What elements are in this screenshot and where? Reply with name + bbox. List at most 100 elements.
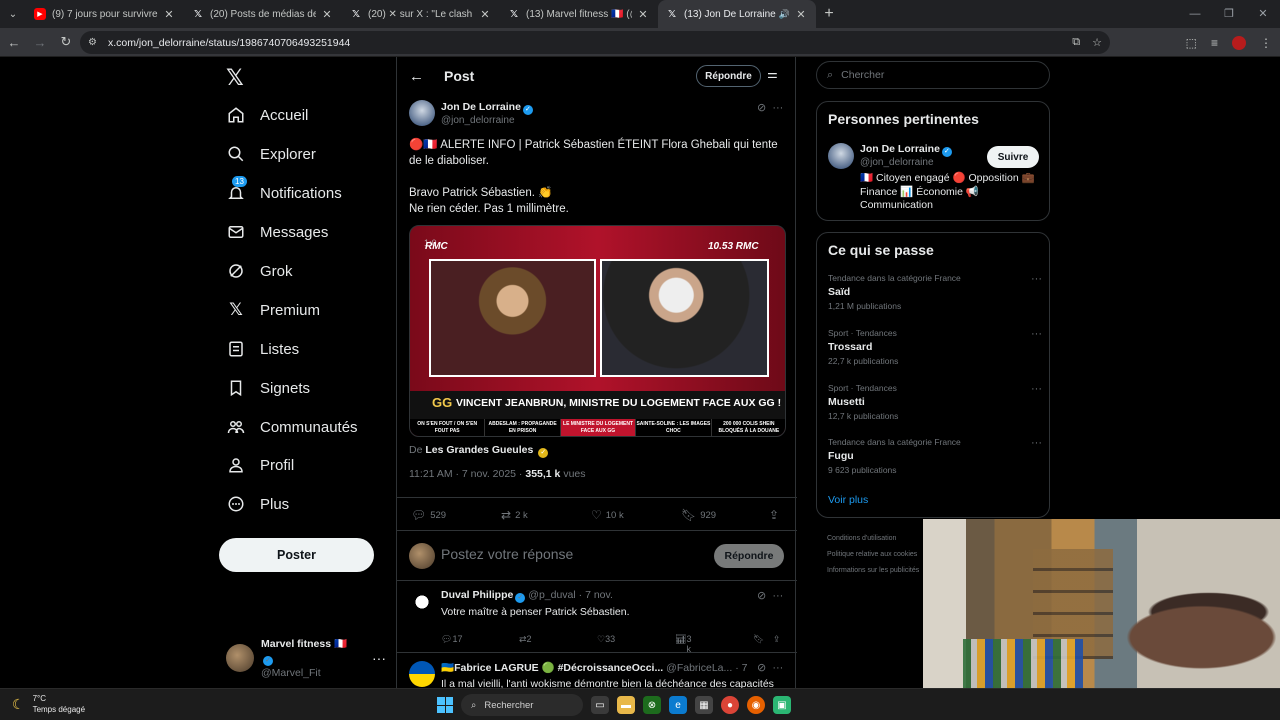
grok-icon[interactable]: ⊘ (757, 590, 766, 602)
browser-tab-active[interactable]: 𝕏 (13) Jon De Lorraine sur X : 🔊 ✕ (658, 0, 816, 28)
nav-item-explorer[interactable]: Explorer (226, 139, 316, 169)
chrome-icon[interactable]: ● (721, 696, 739, 714)
reply-author-name[interactable]: Duval Philippe (441, 589, 513, 601)
reply-action[interactable]: 💬︎ 529 (411, 508, 446, 522)
xbox-icon[interactable]: ⊗ (643, 696, 661, 714)
browser-tab[interactable]: 𝕏 (20) ✕ sur X : "Le clash booba ✕ (342, 0, 500, 28)
back-icon[interactable]: ← (2, 35, 26, 50)
follow-button[interactable]: Suivre (987, 146, 1039, 168)
reply-post[interactable]: 🇺🇦Fabrice LAGRUE 🟢 #DécroissanceOcci... … (397, 653, 797, 688)
speaker-icon[interactable]: 🔊 (779, 9, 790, 20)
weather-widget[interactable]: ☾ 7°C Temps dégagé (12, 693, 85, 715)
repost-action[interactable]: ⇄ 2 (519, 634, 532, 645)
more-options-icon[interactable]: ··· (1031, 437, 1042, 449)
views-action[interactable]: 📊︎ 3 k (675, 634, 691, 654)
footer-link[interactable]: Informations sur les publicités (827, 563, 919, 579)
site-info-icon[interactable]: ⚙ (88, 37, 102, 48)
nav-item-profil[interactable]: Profil (226, 450, 294, 480)
reply-author-name[interactable]: 🇺🇦Fabrice LAGRUE 🟢 #DécroissanceOcci... (441, 662, 663, 674)
reading-list-icon[interactable]: ≡ (1211, 36, 1218, 50)
see-more-link[interactable]: Voir plus (828, 494, 868, 506)
related-handle[interactable]: @jon_delorraine (860, 157, 934, 168)
repost-action[interactable]: ⇄ 2 k (501, 508, 528, 522)
reply-button-top[interactable]: Répondre (696, 65, 761, 87)
grok-icon[interactable]: ⊘ (757, 662, 766, 674)
reply-author-handle[interactable]: @FabriceLa... (666, 662, 732, 674)
author-handle[interactable]: @jon_delorraine (441, 115, 515, 126)
taskbar-search[interactable]: ⌕ Rechercher (461, 694, 583, 716)
nav-item-plus[interactable]: Plus (226, 489, 289, 519)
reply-input[interactable]: Postez votre réponse (441, 546, 573, 562)
reply-author-handle[interactable]: @p_duval (528, 589, 575, 601)
reply-date[interactable]: · 7 nov. (579, 589, 613, 601)
reply-submit-button[interactable]: Répondre (714, 544, 784, 568)
more-options-icon[interactable]: ··· (772, 662, 783, 674)
share-icon[interactable]: ⇪ (773, 634, 781, 645)
reply-action[interactable]: 💬︎ 17 (441, 634, 462, 645)
forward-icon[interactable]: → (28, 35, 52, 50)
trend-item[interactable]: Tendance dans la catégorie France Saïd 1… (828, 273, 1042, 311)
task-view-icon[interactable]: ▭ (591, 696, 609, 714)
minimize-icon[interactable]: — (1178, 0, 1212, 28)
extensions-icon[interactable]: ⬚ (1186, 36, 1197, 50)
nav-item-signets[interactable]: Signets (226, 373, 310, 403)
file-explorer-icon[interactable]: ▬ (617, 696, 635, 714)
more-options-icon[interactable]: ··· (772, 590, 783, 602)
close-tab-icon[interactable]: ✕ (162, 8, 176, 21)
browser-tab[interactable]: 𝕏 (13) Marvel fitness 🇫🇷 (@Marvel ✕ (500, 0, 658, 28)
windows-start-icon[interactable] (437, 697, 453, 713)
more-options-icon[interactable]: ··· (1031, 273, 1042, 285)
more-options-icon[interactable]: ··· (1031, 328, 1042, 340)
avatar[interactable] (409, 589, 435, 615)
x-logo-icon[interactable]: 𝕏 (226, 65, 244, 91)
like-action[interactable]: ♡ 33 (597, 634, 615, 645)
more-options-icon[interactable]: ··· (372, 650, 386, 666)
footer-link[interactable]: Conditions d'utilisation (827, 531, 919, 547)
trend-item[interactable]: Sport · Tendances Musetti 12,7 k publica… (828, 383, 1042, 421)
grok-icon[interactable]: ⊘ (757, 102, 766, 114)
sliders-icon[interactable]: ⚌ (767, 67, 778, 81)
more-options-icon[interactable]: ··· (772, 102, 783, 114)
close-tab-icon[interactable]: ✕ (320, 8, 334, 21)
close-tab-icon[interactable]: ✕ (478, 8, 492, 21)
close-tab-icon[interactable]: ✕ (794, 8, 808, 21)
avatar[interactable] (409, 100, 435, 126)
account-switcher[interactable]: Marvel fitness 🇫🇷 ✓ @Marvel_Fit ··· (226, 638, 386, 679)
profile-avatar-icon[interactable] (1232, 35, 1246, 50)
reply-date[interactable]: · 7 nov. (735, 662, 751, 674)
more-options-icon[interactable]: ··· (1031, 383, 1042, 395)
share-action[interactable]: ⇪ (769, 508, 783, 522)
post-button[interactable]: Poster (219, 538, 374, 572)
nav-item-notifications[interactable]: 13 Notifications (226, 176, 342, 208)
footer-link[interactable]: Politique relative aux cookies (827, 547, 919, 563)
install-app-icon[interactable]: ⧉ (1072, 36, 1080, 49)
nav-item-listes[interactable]: Listes (226, 334, 299, 364)
browser-tab[interactable]: ▶ (9) 7 jours pour survivre en Jungle ✕ (26, 0, 184, 28)
address-bar[interactable]: ⚙ x.com/jon_delorraine/status/1986740706… (80, 31, 1110, 54)
nav-item-messages[interactable]: Messages (226, 217, 328, 247)
nav-item-accueil[interactable]: Accueil (226, 100, 308, 130)
trend-item[interactable]: Sport · Tendances Trossard 22,7 k public… (828, 328, 1042, 366)
bookmark-action[interactable]: 🔖︎ 929 (681, 508, 716, 522)
maximize-icon[interactable]: ❐ (1212, 0, 1246, 28)
close-window-icon[interactable]: ✕ (1246, 0, 1280, 28)
tab-search-chevron-icon[interactable]: ⌄ (0, 0, 26, 28)
nav-item-communautes[interactable]: Communautés (226, 412, 358, 442)
bookmark-star-icon[interactable]: ☆ (1092, 36, 1102, 49)
store-icon[interactable]: ▦ (695, 696, 713, 714)
close-tab-icon[interactable]: ✕ (636, 8, 650, 21)
like-action[interactable]: ♡ 10 k (591, 508, 624, 522)
new-tab-icon[interactable]: + (816, 5, 842, 23)
post-timestamp[interactable]: 11:21 AM · 7 nov. 2025 · (409, 468, 525, 480)
reload-icon[interactable]: ↻ (54, 34, 78, 50)
related-name[interactable]: Jon De Lorraine ✓ (860, 143, 952, 157)
url-text[interactable]: x.com/jon_delorraine/status/198674070649… (108, 37, 350, 49)
avatar[interactable] (828, 143, 854, 169)
reply-post[interactable]: Duval Philippe ✓ @p_duval · 7 nov. ⊘ ··· … (397, 581, 797, 654)
search-input[interactable]: ⌕ Chercher (816, 61, 1050, 89)
avatar[interactable] (409, 661, 435, 687)
back-arrow-icon[interactable]: ← (409, 68, 424, 85)
source-link[interactable]: Les Grandes Gueules (425, 444, 533, 456)
app-icon[interactable]: ▣ (773, 696, 791, 714)
trend-item[interactable]: Tendance dans la catégorie France Fugu 9… (828, 437, 1042, 475)
